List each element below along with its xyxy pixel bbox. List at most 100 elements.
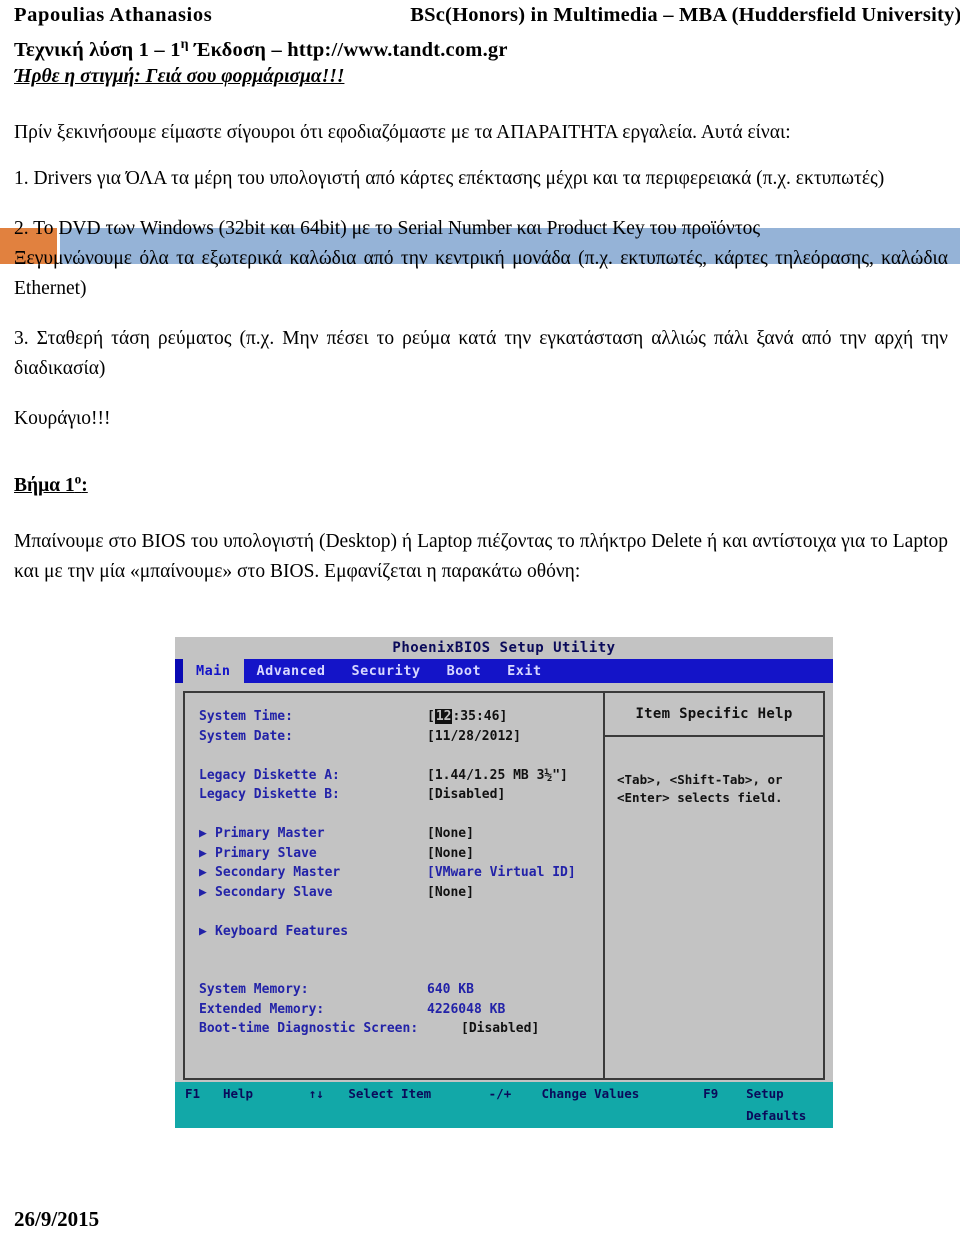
bios-row-diskette-a[interactable]: Legacy Diskette A: [1.44/1.25 MB 3½"] [199,766,603,786]
document-header: Papoulias Athanasios BSc(Honors) in Mult… [14,0,960,65]
bios-title-bar: PhoenixBIOS Setup Utility [175,637,833,659]
diskette-b-label: Legacy Diskette B: [199,787,340,802]
step-paragraph: Μπαίνουμε στο BIOS του υπολογιστή (Deskt… [14,530,948,582]
bios-content-area: System Time: [12:35:46] System Date: [11… [183,691,825,1080]
key-leftright-desc: Select Menu [350,1127,492,1128]
key-f1-desc: Help [222,1086,254,1101]
system-memory-value: 640 KB [427,982,474,997]
key-f10[interactable]: F10 [708,1127,751,1128]
key-enter[interactable]: Enter [492,1127,545,1128]
bios-help-panel: Item Specific Help <Tab>, <Shift-Tab>, o… [605,693,823,1078]
help-line-2: <Enter> selects field. [617,790,783,805]
footer-date: 26/9/2015 [14,1207,100,1231]
list-item-2-detail: Ξεγυμνώνουμε όλα τα εξωτερικά καλώδια απ… [14,248,948,299]
bracket-open: [ [427,709,435,724]
system-memory-label: System Memory: [199,982,309,997]
document-body: Ήρθε η στιγμή: Γειά σου φορμάρισμα!!! Πρ… [14,62,948,587]
submenu-arrow-icon: ▶ [199,923,207,939]
boot-diagnostic-value[interactable]: [Disabled] [461,1019,539,1039]
submenu-arrow-icon: ▶ [199,884,207,900]
submenu-arrow-icon: ▶ [199,845,207,861]
boot-diagnostic-label: Boot-time Diagnostic Screen: [199,1021,419,1036]
bios-row-system-time[interactable]: System Time: [12:35:46] [199,707,603,727]
help-panel-body: <Tab>, <Shift-Tab>, or <Enter> selects f… [605,737,823,807]
bios-function-key-bar: F1 Help ↑↓ Select Item -/+ Change Values… [175,1082,833,1128]
key-enter-desc: Select ▶ Sub-Menu [545,1127,708,1128]
intro-paragraph: Πρίν ξεκινήσουμε είμαστε σίγουροι ότι εφ… [14,122,791,143]
bios-row-system-memory: System Memory: 640 KB [199,980,603,1000]
key-leftright-icon[interactable]: ←→ [310,1127,350,1128]
key-esc[interactable]: Esc [185,1127,223,1128]
system-time-hour-highlighted[interactable]: 12 [434,709,453,724]
bios-title-text: PhoenixBIOS Setup Utility [392,640,616,656]
bios-tab-advanced[interactable]: Advanced [244,659,339,683]
bios-row-system-date[interactable]: System Date: [11/28/2012] [199,727,603,747]
submenu-arrow-icon: ▶ [199,826,207,841]
bios-tab-boot[interactable]: Boot [434,659,495,683]
edition-text-b: Έκδοση – http://www.tandt.com.gr [188,38,508,61]
secondary-master-value[interactable]: [VMware Virtual ID] [427,863,576,883]
key-updown-desc: Select Item [348,1086,432,1101]
system-date-value[interactable]: [11/28/2012] [427,727,521,747]
key-updown-icon[interactable]: ↑↓ [309,1083,349,1127]
key-minusplus[interactable]: -/+ [489,1083,542,1127]
author-name: Papoulias Athanasios [14,4,213,26]
list-item-2: 2. Το DVD των Windows (32bit και 64bit) … [14,218,761,239]
secondary-slave-value[interactable]: [None] [427,883,474,903]
secondary-master-label: Secondary Master [215,865,341,880]
system-time-rest: :35:46] [452,709,508,724]
bios-screenshot: PhoenixBIOS Setup Utility Main Advanced … [175,637,833,1128]
keyboard-features-label: Keyboard Features [215,923,349,939]
document-footer: 26/9/2015 [14,1207,99,1232]
bios-tab-security[interactable]: Security [339,659,434,683]
bios-row-secondary-slave[interactable]: ▶ Secondary Slave [None] [199,883,603,903]
key-f1[interactable]: F1 [185,1083,223,1127]
key-f9-desc: Setup Defaults [746,1086,807,1123]
bios-row-diskette-b[interactable]: Legacy Diskette B: [Disabled] [199,785,603,805]
header-line-1: Papoulias Athanasios BSc(Honors) in Mult… [14,0,960,30]
key-f10-desc: Save and Exit [751,1127,833,1128]
key-minusplus-desc: Change Values [541,1086,640,1101]
bios-row-boot-diagnostic[interactable]: Boot-time Diagnostic Screen: [Disabled] [199,1019,603,1039]
bios-tab-main[interactable]: Main [183,659,244,683]
extended-memory-label: Extended Memory: [199,1001,325,1017]
courage-text: Κουράγιο!!! [14,408,111,429]
system-time-label: System Time: [199,709,293,724]
diskette-a-label: Legacy Diskette A: [199,767,340,783]
bios-row-primary-master[interactable]: ▶ Primary Master [None] [199,824,603,844]
edition-ordinal-sup: η [180,37,189,52]
system-date-label: System Date: [199,728,293,744]
bios-row-primary-slave[interactable]: ▶ Primary Slave [None] [199,844,603,864]
edition-text-a: Τεχνική λύση 1 – 1 [14,38,181,61]
submenu-arrow-icon: ▶ [199,865,207,880]
help-line-1: <Tab>, <Shift-Tab>, or [617,772,783,787]
diskette-a-value[interactable]: [1.44/1.25 MB 3½"] [427,766,568,786]
primary-slave-value[interactable]: [None] [427,844,474,864]
bios-menu-bar: Main Advanced Security Boot Exit [175,659,833,683]
diskette-b-value[interactable]: [Disabled] [427,785,505,805]
header-line-2: Τεχνική λύση 1 – 1η Έκδοση – http://www.… [14,30,952,65]
section-title: Ήρθε η στιγμή: Γειά σου φορμάρισμα!!! [14,62,948,92]
bios-row-secondary-master[interactable]: ▶ Secondary Master [VMware Virtual ID] [199,863,603,883]
list-item-3: 3. Σταθερή τάση ρεύματος (π.χ. Μην πέσει… [14,328,948,379]
help-panel-title: Item Specific Help [605,693,823,737]
step-heading-text: Βήμα 1ο: [14,471,88,496]
bios-row-keyboard-features[interactable]: ▶ Keyboard Features [199,922,603,942]
list-item-1: 1. Drivers για ΌΛΑ τα μέρη του υπολογιστ… [14,168,885,189]
bios-tab-exit[interactable]: Exit [494,659,555,683]
secondary-slave-label: Secondary Slave [215,884,333,900]
system-time-value[interactable]: [12:35:46] [427,707,507,727]
key-f9[interactable]: F9 [703,1083,746,1127]
function-key-row-2: Esc Exit ←→ Select Menu Enter Select ▶ S… [175,1127,833,1128]
primary-master-value[interactable]: [None] [427,824,474,844]
